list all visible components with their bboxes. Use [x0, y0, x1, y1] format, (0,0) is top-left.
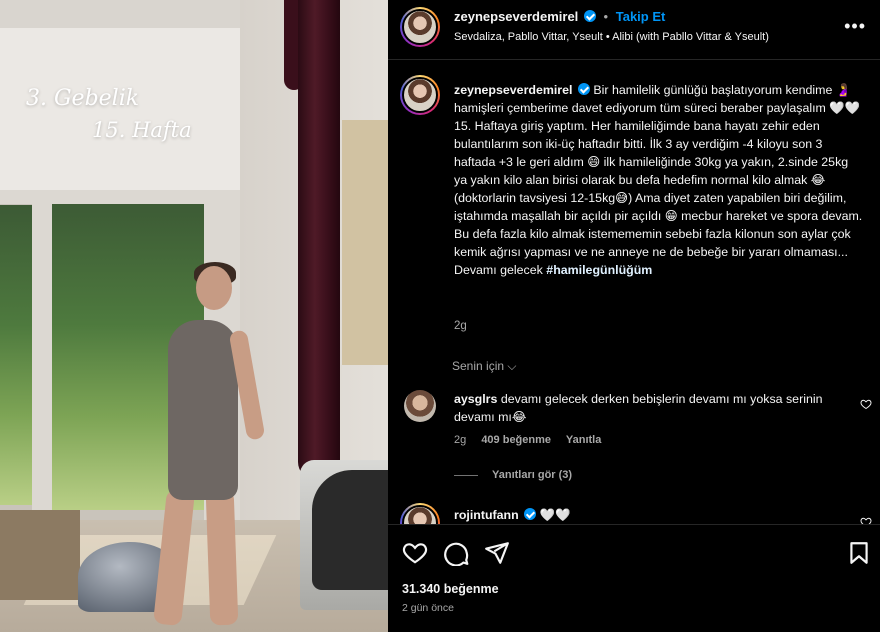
photo-window-frame	[32, 190, 52, 530]
view-replies-label: Yanıtları gör (3)	[492, 469, 573, 481]
photo-overlay-text: 15. Hafta	[92, 118, 192, 142]
bookmark-save-icon[interactable]	[846, 540, 872, 566]
verified-badge-icon	[583, 10, 596, 22]
photo-exercise-bike	[312, 470, 388, 590]
photo-window-frame	[0, 190, 240, 204]
reply-button[interactable]: Yanıtla	[566, 434, 601, 446]
photo-person	[205, 489, 239, 626]
post-action-bar: 31.340 beğenme 2 gün önce	[388, 524, 880, 632]
post-caption: zeynepseverdemirel Bir hamilelik günlüğü…	[454, 81, 864, 279]
comment-like-heart-icon[interactable]	[860, 398, 872, 410]
comment-timestamp[interactable]: 2g	[454, 434, 466, 446]
post-header: zeynepseverdemirel • Takip Et Sevdaliza,…	[388, 0, 880, 60]
audio-track-link[interactable]: Sevdaliza, Pabllo Vittar, Yseult • Alibi…	[454, 31, 769, 43]
more-horizontal-icon[interactable]: •••	[844, 16, 866, 37]
comment-filter-dropdown[interactable]: Senin için ⌵	[452, 359, 516, 374]
author-avatar[interactable]	[400, 7, 440, 47]
photo-overlay-text: 3. Gebelik	[26, 86, 140, 111]
comment-text: devamı gelecek derken bebişlerin devamı …	[454, 392, 823, 424]
post-date[interactable]: 2 gün önce	[402, 602, 454, 614]
comment-username[interactable]: rojintufann	[454, 508, 519, 522]
caption-timestamp[interactable]: 2g	[454, 320, 467, 332]
comment-item: rojintufann 🤍🤍	[454, 508, 570, 523]
photo-person	[196, 266, 232, 310]
comment-meta: 2g 409 beğenme Yanıtla	[454, 434, 613, 446]
verified-badge-icon	[577, 83, 590, 95]
photo-rowing-machine	[0, 510, 80, 600]
post-side-panel: zeynepseverdemirel • Takip Et Sevdaliza,…	[388, 0, 880, 632]
share-paper-plane-icon[interactable]	[484, 540, 510, 566]
follow-button[interactable]: Takip Et	[616, 9, 666, 24]
caption-hashtag[interactable]: #hamilegünlüğüm	[546, 263, 652, 277]
caption-text: Bir hamilelik günlüğü başlatıyorum kendi…	[454, 83, 863, 277]
comment-bubble-icon[interactable]	[444, 540, 470, 566]
post-photo[interactable]: 3. Gebelik 15. Hafta	[0, 0, 388, 632]
photo-ceiling	[0, 0, 240, 28]
caption-username[interactable]: zeynepseverdemirel	[454, 83, 572, 97]
comment-username[interactable]: aysglrs	[454, 392, 497, 406]
author-username[interactable]: zeynepseverdemirel	[454, 9, 578, 24]
commenter-avatar[interactable]	[404, 390, 436, 422]
like-heart-icon[interactable]	[402, 540, 428, 566]
post-like-count[interactable]: 31.340 beğenme	[402, 582, 499, 596]
photo-aerial-silk	[298, 0, 340, 480]
verified-badge-icon	[524, 508, 537, 520]
replies-divider	[454, 474, 478, 476]
separator-dot: •	[603, 9, 609, 24]
comment-like-count[interactable]: 409 beğenme	[481, 434, 551, 446]
caption-author-avatar[interactable]	[400, 75, 440, 115]
header-user-line: zeynepseverdemirel • Takip Et	[454, 9, 665, 24]
comment-text: 🤍🤍	[539, 508, 571, 522]
photo-person	[168, 320, 238, 500]
photo-window-glass	[0, 205, 32, 505]
comment-item: aysglrs devamı gelecek derken bebişlerin…	[454, 390, 854, 426]
photo-door	[342, 120, 388, 365]
view-replies-button[interactable]: Yanıtları gör (3)	[454, 469, 572, 481]
